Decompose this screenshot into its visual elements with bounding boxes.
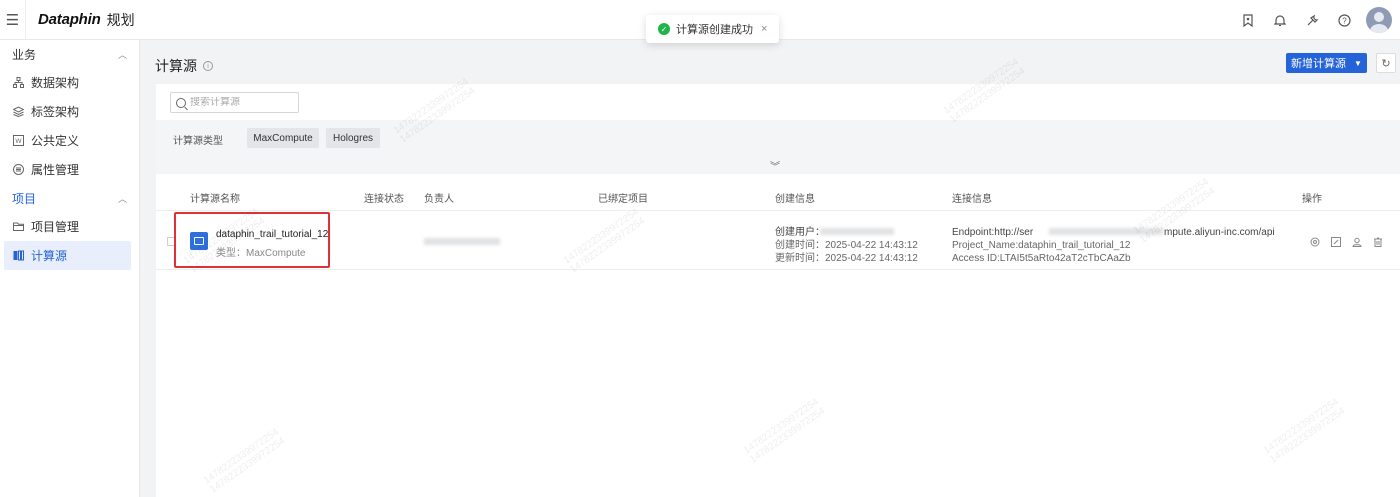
avatar[interactable] bbox=[1366, 7, 1392, 33]
endpoint-prefix: Endpoint:http://ser bbox=[952, 227, 1034, 238]
column-header: 操作 bbox=[1302, 194, 1322, 205]
word-doc-icon: W bbox=[12, 135, 24, 147]
tag-layers-icon bbox=[12, 106, 24, 118]
architecture-icon bbox=[12, 77, 24, 89]
filter-chip-maxcompute[interactable]: MaxCompute bbox=[247, 128, 319, 148]
search-box[interactable] bbox=[170, 92, 299, 113]
chevron-up-icon: ︿ bbox=[117, 49, 127, 60]
create-user-label: 创建用户： bbox=[775, 227, 825, 238]
sidebar-item-label: 标签架构 bbox=[31, 105, 80, 119]
owner-redacted bbox=[424, 238, 500, 245]
compute-source-name[interactable]: dataphin_trail_tutorial_12 bbox=[216, 229, 328, 240]
column-header: 计算源名称 bbox=[190, 194, 240, 205]
success-toast: ✓ 计算源创建成功 × bbox=[646, 15, 780, 43]
create-user-redacted bbox=[820, 228, 894, 235]
edit-icon[interactable] bbox=[1325, 237, 1346, 250]
page-title: 计算源 i bbox=[155, 56, 213, 76]
sidebar-item-data-architecture[interactable]: 数据架构 bbox=[0, 68, 139, 97]
sidebar-item-label: 计算源 bbox=[31, 249, 68, 263]
project-name: Project_Name:dataphin_trail_tutorial_12 bbox=[952, 240, 1131, 251]
top-actions: ? bbox=[1232, 0, 1392, 40]
endpoint-redacted bbox=[1049, 228, 1163, 235]
search-input[interactable] bbox=[190, 97, 290, 108]
help-icon[interactable]: ? bbox=[1328, 13, 1360, 27]
check-circle-icon: ✓ bbox=[658, 23, 670, 35]
svg-text:W: W bbox=[15, 138, 22, 145]
sidebar-group-label: 项目 bbox=[12, 191, 37, 206]
column-header: 连接状态 bbox=[364, 194, 404, 205]
sidebar-group-label: 业务 bbox=[12, 47, 37, 62]
table-row[interactable]: dataphin_trail_tutorial_12 类型：MaxCompute… bbox=[156, 212, 1400, 270]
expand-filter[interactable]: ︾ bbox=[156, 158, 1400, 174]
row-actions bbox=[1304, 237, 1388, 250]
refresh-button[interactable]: ↻ bbox=[1376, 53, 1396, 73]
add-button-label: 新增计算源 bbox=[1291, 58, 1347, 70]
folder-icon bbox=[12, 221, 24, 233]
chevron-down-icon: ▼ bbox=[1354, 58, 1362, 68]
logo[interactable]: Dataphin bbox=[38, 11, 101, 28]
sidebar-item-label: 属性管理 bbox=[31, 163, 80, 177]
sidebar-item-public-definition[interactable]: W 公共定义 bbox=[0, 126, 139, 155]
chevron-up-icon: ︿ bbox=[117, 193, 127, 204]
sidebar-group-business[interactable]: 业务 ︿ bbox=[0, 40, 139, 68]
sidebar: 业务 ︿ 数据架构 标签架构 W 公共定义 属性管理 项目 ︿ 项目管理 计算源 bbox=[0, 40, 140, 497]
column-header: 负责人 bbox=[424, 194, 454, 205]
sidebar-group-project[interactable]: 项目 ︿ bbox=[0, 184, 139, 212]
column-header: 连接信息 bbox=[952, 194, 992, 205]
user-icon[interactable] bbox=[1346, 237, 1367, 250]
filter-chip-hologres[interactable]: Hologres bbox=[326, 128, 380, 148]
close-icon[interactable]: × bbox=[761, 23, 767, 35]
main-content: 计算源 i 新增计算源 ▼ ↻ 计算源类型 MaxCompute Hologre… bbox=[140, 40, 1400, 497]
info-icon[interactable]: i bbox=[203, 61, 213, 71]
toast-message: 计算源创建成功 bbox=[676, 24, 753, 36]
list-panel: 计算源类型 MaxCompute Hologres ︾ 计算源名称 连接状态 负… bbox=[156, 84, 1400, 497]
update-time: 更新时间：2025-04-22 14:43:12 bbox=[775, 253, 918, 264]
sidebar-item-attribute-management[interactable]: 属性管理 bbox=[0, 155, 139, 184]
sidebar-item-project-management[interactable]: 项目管理 bbox=[0, 212, 139, 241]
compute-icon bbox=[12, 250, 24, 262]
maxcompute-icon bbox=[190, 232, 208, 250]
search-icon bbox=[176, 97, 186, 108]
tools-icon[interactable] bbox=[1296, 14, 1328, 27]
bell-icon[interactable] bbox=[1264, 14, 1296, 27]
sidebar-item-label: 数据架构 bbox=[31, 76, 80, 90]
endpoint-suffix: mpute.aliyun-inc.com/api bbox=[1164, 227, 1275, 238]
menu-icon[interactable]: ☰ bbox=[0, 0, 26, 40]
page-title-text: 计算源 bbox=[155, 58, 197, 74]
add-compute-source-button[interactable]: 新增计算源 ▼ bbox=[1286, 53, 1367, 73]
double-chevron-down-icon[interactable]: ︾ bbox=[770, 158, 780, 173]
tag-icon[interactable] bbox=[1232, 13, 1264, 27]
svg-text:?: ? bbox=[1342, 16, 1347, 25]
sidebar-item-compute-source[interactable]: 计算源 bbox=[4, 241, 131, 270]
table-header: 计算源名称 连接状态 负责人 已绑定项目 创建信息 连接信息 操作 bbox=[156, 181, 1400, 211]
sidebar-item-tag-architecture[interactable]: 标签架构 bbox=[0, 97, 139, 126]
refresh-icon: ↻ bbox=[1381, 57, 1391, 70]
compute-source-type: 类型：MaxCompute bbox=[216, 248, 306, 259]
column-header: 创建信息 bbox=[775, 194, 815, 205]
sidebar-item-label: 项目管理 bbox=[31, 220, 80, 234]
module-title: 规划 bbox=[106, 11, 135, 28]
copy-icon[interactable] bbox=[1304, 237, 1325, 250]
column-header: 已绑定项目 bbox=[598, 194, 648, 205]
filter-bar: 计算源类型 MaxCompute Hologres bbox=[156, 120, 1400, 158]
create-time: 创建时间：2025-04-22 14:43:12 bbox=[775, 240, 918, 251]
access-id: Access ID:LTAI5t5aRto42aT2cTbCAaZb bbox=[952, 253, 1131, 264]
delete-icon[interactable] bbox=[1367, 237, 1388, 250]
sidebar-item-label: 公共定义 bbox=[31, 134, 80, 148]
list-circle-icon bbox=[12, 164, 24, 176]
filter-label: 计算源类型 bbox=[173, 136, 223, 147]
